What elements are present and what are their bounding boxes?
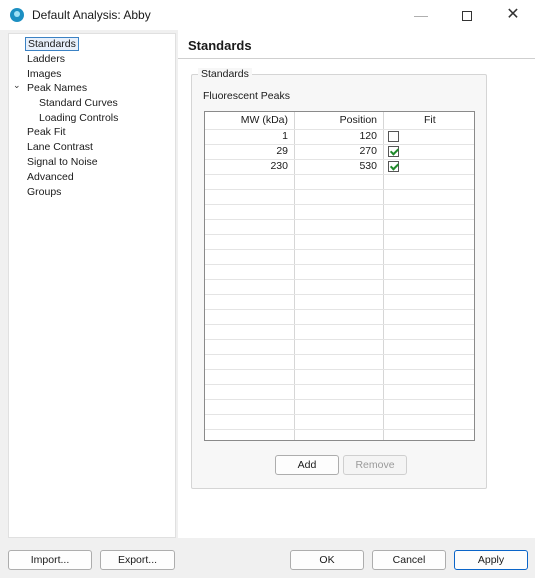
- apply-button[interactable]: Apply: [454, 550, 528, 570]
- ok-button[interactable]: OK: [290, 550, 364, 570]
- row-divider: [205, 294, 474, 295]
- cell-position[interactable]: 530: [359, 159, 377, 174]
- sidebar-nav: Standards Ladders Images ⌄ Peak Names St…: [8, 33, 176, 538]
- fit-checkbox[interactable]: [388, 146, 399, 157]
- row-divider: [205, 369, 474, 370]
- row-divider: [205, 234, 474, 235]
- row-divider: [205, 384, 474, 385]
- chevron-down-icon[interactable]: ⌄: [13, 80, 21, 91]
- row-divider: [205, 339, 474, 340]
- sidebar-item-peak-names[interactable]: Peak Names: [27, 81, 87, 95]
- group-label: Standards: [198, 68, 252, 80]
- sidebar-item-ladders[interactable]: Ladders: [27, 52, 65, 66]
- sidebar-item-standards[interactable]: Standards: [25, 37, 79, 51]
- row-divider: [205, 189, 474, 190]
- column-header-position[interactable]: Position: [340, 112, 377, 129]
- cell-mw[interactable]: 1: [282, 129, 288, 144]
- sidebar-item-advanced[interactable]: Advanced: [27, 170, 74, 184]
- table-header: MW (kDa) Position Fit: [205, 112, 474, 129]
- row-divider: [205, 324, 474, 325]
- row-divider: [205, 279, 474, 280]
- sidebar-item-signal-to-noise[interactable]: Signal to Noise: [27, 155, 98, 169]
- row-divider: [205, 219, 474, 220]
- page-title: Standards: [188, 38, 252, 53]
- sidebar-item-lane-contrast[interactable]: Lane Contrast: [27, 140, 93, 154]
- row-divider: [205, 264, 474, 265]
- row-divider: [205, 249, 474, 250]
- remove-button[interactable]: Remove: [343, 455, 407, 475]
- title-divider: [178, 58, 535, 59]
- column-divider: [294, 112, 295, 440]
- row-divider: [205, 204, 474, 205]
- sidebar-item-loading-controls[interactable]: Loading Controls: [39, 111, 118, 125]
- row-divider: [205, 309, 474, 310]
- row-divider: [205, 354, 474, 355]
- row-divider: [205, 399, 474, 400]
- cell-position[interactable]: 270: [359, 144, 377, 159]
- sidebar-item-peak-fit[interactable]: Peak Fit: [27, 125, 66, 139]
- row-divider: [205, 174, 474, 175]
- title-bar: Default Analysis: Abby — ✕: [0, 0, 535, 30]
- import-button[interactable]: Import...: [8, 550, 92, 570]
- column-header-fit[interactable]: Fit: [424, 112, 436, 129]
- standards-groupbox: Standards Fluorescent Peaks MW (kDa) Pos…: [191, 68, 487, 489]
- sidebar-item-images[interactable]: Images: [27, 67, 61, 81]
- row-divider: [205, 429, 474, 430]
- row-divider: [205, 144, 474, 145]
- fit-checkbox[interactable]: [388, 161, 399, 172]
- sidebar-item-standard-curves[interactable]: Standard Curves: [39, 96, 118, 110]
- sidebar-item-groups[interactable]: Groups: [27, 185, 61, 199]
- column-header-mw[interactable]: MW (kDa): [241, 112, 288, 129]
- maximize-icon: [462, 11, 472, 22]
- cancel-button[interactable]: Cancel: [372, 550, 446, 570]
- fluorescent-peaks-label: Fluorescent Peaks: [203, 90, 290, 102]
- maximize-button[interactable]: [444, 0, 490, 30]
- standards-table[interactable]: MW (kDa) Position Fit 1 120 29 270 230 5…: [204, 111, 475, 441]
- minimize-button[interactable]: —: [398, 0, 444, 30]
- main-panel: Standards Standards Fluorescent Peaks MW…: [178, 30, 535, 538]
- row-divider: [205, 159, 474, 160]
- row-divider: [205, 129, 474, 130]
- close-button[interactable]: ✕: [490, 0, 535, 30]
- column-divider: [383, 112, 384, 440]
- row-divider: [205, 414, 474, 415]
- add-button[interactable]: Add: [275, 455, 339, 475]
- cell-mw[interactable]: 230: [270, 159, 288, 174]
- window-title: Default Analysis: Abby: [32, 8, 151, 22]
- fit-checkbox[interactable]: [388, 131, 399, 142]
- cell-mw[interactable]: 29: [276, 144, 288, 159]
- export-button[interactable]: Export...: [100, 550, 175, 570]
- app-logo-icon: [10, 8, 24, 22]
- cell-position[interactable]: 120: [359, 129, 377, 144]
